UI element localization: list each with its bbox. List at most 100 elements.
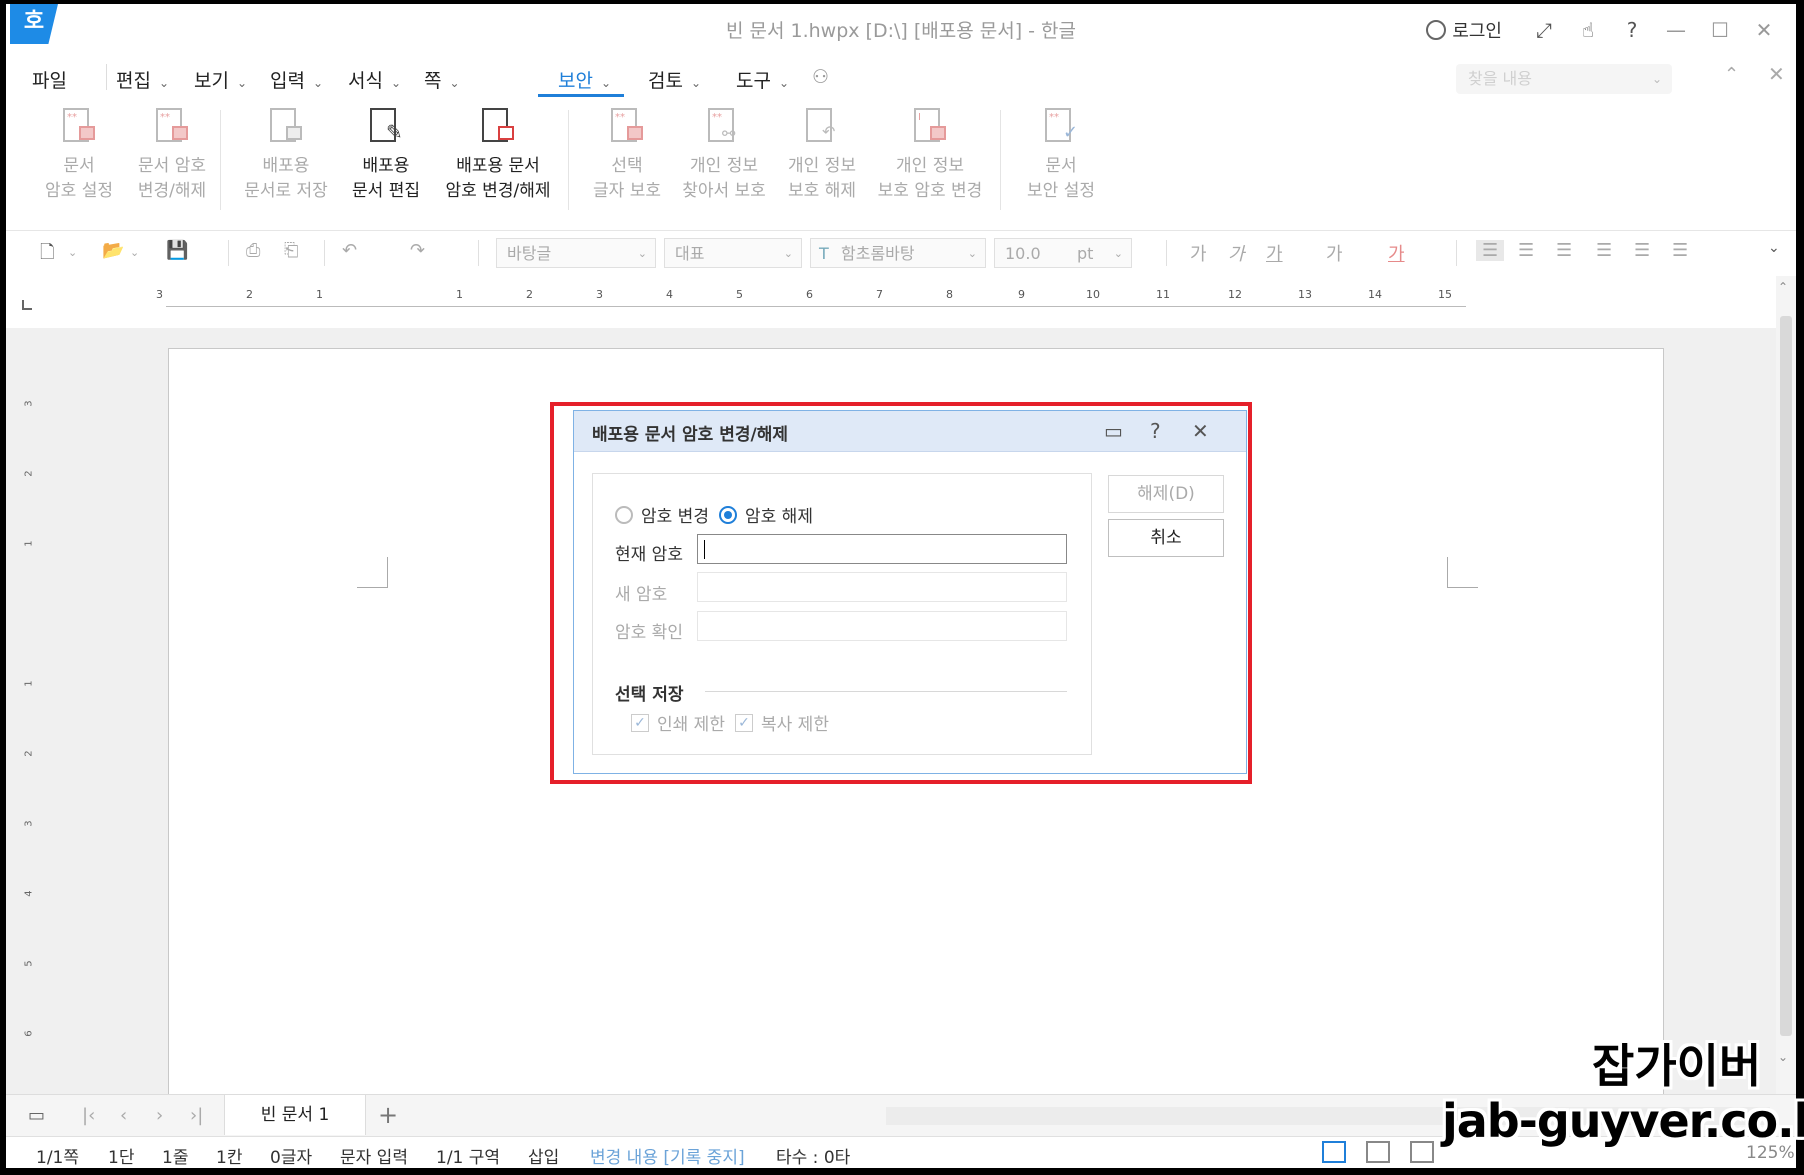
ribbon-distribution-password[interactable]: 배포용 문서 암호 변경/해제	[438, 106, 558, 204]
fullscreen-icon[interactable]: ⤢	[1522, 12, 1566, 48]
font-select[interactable]: T 함초롬바탕 ⌄	[810, 238, 986, 268]
status-track-changes[interactable]: 변경 내용 [기록 중지]	[590, 1143, 745, 1168]
menu-label: 서식	[348, 70, 383, 92]
search-placeholder: 찾을 내용	[1468, 69, 1532, 88]
close-search-icon[interactable]: ✕	[1768, 62, 1785, 86]
ribbon-find-private-info[interactable]: ** ⚯ 개인 정보 찾아서 보호	[676, 106, 772, 204]
align-justify-icon[interactable]: ☰	[1476, 240, 1505, 261]
new-document-icon[interactable]: 🗋	[40, 240, 54, 270]
horizontal-ruler[interactable]: 3 2 1 1 2 3 4 5 6 7 8 9 10 11 12 13 14 1…	[156, 288, 1466, 308]
distribute-icon[interactable]: ☰	[1634, 240, 1650, 261]
normal-view-icon[interactable]	[1322, 1141, 1346, 1163]
ruler-number: 1	[316, 288, 323, 301]
toolbar-separator	[228, 240, 229, 266]
close-button[interactable]: ✕	[1742, 12, 1786, 48]
print-icon[interactable]: ⎙	[246, 240, 260, 261]
font-color-button[interactable]: 가	[1388, 240, 1405, 266]
undo-icon[interactable]: ↶	[342, 240, 357, 261]
font-size-input[interactable]: 10.0 pt ⌄	[994, 238, 1132, 268]
ribbon-label: 배포용	[262, 156, 310, 176]
expand-toolbar-icon[interactable]: ⌄	[1768, 240, 1780, 256]
ribbon-private-info-password[interactable]: I 개인 정보 보호 암호 변경	[874, 106, 986, 204]
open-folder-icon[interactable]: 📂	[102, 240, 124, 261]
language-value: 대표	[675, 244, 705, 263]
menu-view[interactable]: 보기 ⌄	[194, 66, 247, 93]
add-tab-button[interactable]: +	[378, 1101, 398, 1129]
ruler-number: 3	[156, 288, 163, 301]
menu-review[interactable]: 검토 ⌄	[648, 66, 701, 93]
save-icon[interactable]: 💾	[166, 240, 188, 261]
menu-label: 보기	[194, 70, 229, 92]
font-size-value: 10.0	[1005, 244, 1041, 263]
menu-edit[interactable]: 편집 ⌄	[116, 66, 169, 93]
menu-format[interactable]: 서식 ⌄	[348, 66, 401, 93]
watermark-url: jab-guyver.co.kr	[1442, 1094, 1804, 1148]
chevron-down-icon: ⌄	[690, 76, 702, 90]
style-select[interactable]: 바탕글 ⌄	[496, 238, 656, 268]
share-icon[interactable]: ⚇	[812, 66, 829, 88]
menu-file[interactable]: 파일	[32, 66, 67, 93]
redo-icon[interactable]: ↷	[410, 240, 425, 261]
strike-button[interactable]: 가	[1326, 240, 1343, 266]
maximize-button[interactable]: ☐	[1698, 12, 1742, 48]
prev-tab-icon[interactable]: ‹	[120, 1105, 127, 1126]
scroll-up-icon[interactable]: ⌃	[1778, 280, 1788, 294]
ruler-number: 6	[23, 1030, 35, 1037]
ribbon-edit-distribution[interactable]: ✎ 배포용 문서 편집	[340, 106, 432, 204]
chevron-down-icon: ⌄	[1113, 247, 1123, 260]
status-insert[interactable]: 삽입	[528, 1143, 559, 1168]
tab-type-icon[interactable]	[22, 300, 32, 310]
menu-security[interactable]: 보안 ⌄	[558, 66, 611, 93]
ribbon-doc-password-change[interactable]: ** 문서 암호 변경/해제	[124, 106, 220, 204]
align-right-icon[interactable]: ☰	[1596, 240, 1612, 261]
touch-mode-icon[interactable]: ☝	[1566, 12, 1610, 48]
search-input[interactable]: 찾을 내용 ⌄	[1456, 64, 1672, 94]
bold-button[interactable]: 가	[1190, 240, 1207, 266]
login-label: 로그인	[1452, 21, 1502, 42]
ribbon-save-distribution[interactable]: 배포용 문서로 저장	[238, 106, 334, 204]
chevron-down-icon: ⌄	[967, 247, 977, 260]
chevron-down-icon[interactable]: ⌄	[130, 246, 139, 259]
menu-tools[interactable]: 도구 ⌄	[736, 66, 789, 93]
menu-label: 보안	[558, 70, 593, 92]
status-page[interactable]: 1/1쪽	[36, 1143, 79, 1168]
menu-insert[interactable]: 입력 ⌄	[270, 66, 323, 93]
ruler-number: 3	[23, 820, 35, 827]
page-view-icon[interactable]: ▭	[28, 1105, 45, 1126]
login-button[interactable]: 로그인	[1426, 17, 1502, 43]
fit-page-icon[interactable]	[1410, 1141, 1434, 1163]
print-preview-icon[interactable]: ⎗	[284, 240, 298, 261]
ruler-number: 3	[596, 288, 603, 301]
scroll-down-icon[interactable]: ⌄	[1778, 1050, 1788, 1064]
minimize-button[interactable]: —	[1654, 12, 1698, 48]
ribbon-doc-password-set[interactable]: ** 문서 암호 설정	[34, 106, 124, 204]
collapse-ribbon-icon[interactable]: ⌃	[1724, 64, 1739, 85]
status-line: 1줄	[162, 1148, 189, 1168]
fit-width-icon[interactable]	[1366, 1141, 1390, 1163]
vertical-scrollbar[interactable]: ⌃ ⌄	[1776, 276, 1796, 1094]
last-tab-icon[interactable]: ›|	[190, 1105, 203, 1126]
italic-button[interactable]: 가	[1228, 240, 1245, 266]
align-left-icon[interactable]: ☰	[1518, 240, 1534, 261]
ruler-number: 4	[23, 890, 35, 897]
align-center-icon[interactable]: ☰	[1556, 240, 1572, 261]
underline-button[interactable]: 가	[1266, 240, 1283, 266]
language-select[interactable]: 대표 ⌄	[664, 238, 802, 268]
ribbon-release-private-info[interactable]: ↶ 개인 정보 보호 해제	[776, 106, 868, 204]
toolbar-separator	[478, 240, 479, 266]
ribbon-doc-security-settings[interactable]: ** ✓ 문서 보안 설정	[1016, 106, 1106, 204]
next-tab-icon[interactable]: ›	[156, 1105, 163, 1126]
divide-icon[interactable]: ☰	[1672, 240, 1688, 261]
ribbon-protect-selection[interactable]: ** 선택 글자 보호	[584, 106, 670, 204]
first-tab-icon[interactable]: |‹	[82, 1105, 95, 1126]
menu-label: 도구	[736, 70, 771, 92]
highlight-frame	[550, 402, 1252, 784]
chevron-down-icon[interactable]: ⌄	[68, 246, 77, 259]
document-tab[interactable]: 빈 문서 1	[224, 1095, 366, 1135]
vertical-ruler[interactable]: 3 2 1 1 2 3 4 5 6	[22, 348, 44, 1088]
status-col: 1칸	[216, 1148, 243, 1168]
ribbon-label: 문서	[1045, 156, 1077, 176]
scroll-thumb[interactable]	[1780, 316, 1792, 1036]
help-icon[interactable]: ?	[1610, 12, 1654, 48]
menu-page[interactable]: 쪽 ⌄	[424, 66, 460, 93]
